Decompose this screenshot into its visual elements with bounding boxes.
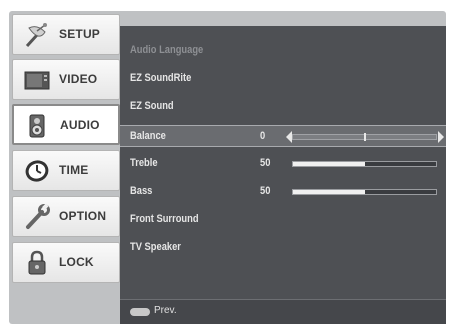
menu-item-label: Audio Language [130,44,204,56]
treble-value: 50 [260,157,271,169]
menu-item-label: Bass [130,185,153,197]
prev-hint: Prev. [154,305,177,316]
sidebar-item-label: LOCK [59,255,94,269]
satellite-dish-icon [23,22,51,48]
sidebar-item-label: TIME [59,163,89,177]
treble-slider[interactable] [292,161,437,167]
menu-item-label: TV Speaker [130,241,181,253]
audio-menu-panel: Audio Language EZ SoundRite EZ Sound Bal… [120,26,446,324]
bass-value: 50 [260,185,271,197]
menu-item-audio-language: Audio Language [120,40,446,62]
sidebar-item-setup[interactable]: SETUP [12,14,120,55]
tv-osd-screen: SETUP VIDEO AUDIO TIME OPTION LOCK Audio… [0,0,456,331]
sidebar-item-label: VIDEO [59,72,98,86]
menu-item-label: Balance [130,130,166,142]
padlock-icon [23,250,51,276]
menu-item-label: EZ Sound [130,100,174,112]
sidebar-item-label: AUDIO [60,118,100,132]
menu-item-label: Treble [130,157,158,169]
menu-key-icon [130,308,150,316]
balance-value: 0 [260,130,266,142]
menu-item-bass[interactable]: Bass 50 [120,181,446,203]
balance-center-marker [363,133,366,141]
sidebar-item-option[interactable]: OPTION [12,196,120,237]
menu-item-label: Front Surround [130,213,199,225]
category-sidebar: SETUP VIDEO AUDIO TIME OPTION LOCK [12,14,120,321]
sidebar-item-audio[interactable]: AUDIO [12,104,120,145]
wrench-icon [23,203,51,230]
tv-screen-icon [23,67,51,93]
menu-item-label: EZ SoundRite [130,72,192,84]
menu-item-balance[interactable]: Balance 0 [120,125,446,147]
menu-item-treble[interactable]: Treble 50 [120,153,446,175]
menu-item-ez-soundrite[interactable]: EZ SoundRite [120,68,446,90]
menu-item-tv-speaker[interactable]: TV Speaker [120,237,446,259]
sidebar-item-label: OPTION [59,209,107,223]
sidebar-item-lock[interactable]: LOCK [12,242,120,283]
bass-slider-fill [293,190,365,194]
speaker-icon [24,113,52,139]
menu-item-front-surround[interactable]: Front Surround [120,209,446,231]
balance-slider[interactable] [292,133,437,141]
menu-footer: Prev. [120,299,446,324]
treble-slider-fill [293,162,365,166]
bass-slider[interactable] [292,189,437,195]
menu-item-ez-sound[interactable]: EZ Sound [120,96,446,118]
clock-icon [23,158,51,184]
sidebar-item-video[interactable]: VIDEO [12,59,120,100]
sidebar-item-label: SETUP [59,27,101,41]
arrow-right-icon [438,131,444,143]
sidebar-item-time[interactable]: TIME [12,150,120,191]
